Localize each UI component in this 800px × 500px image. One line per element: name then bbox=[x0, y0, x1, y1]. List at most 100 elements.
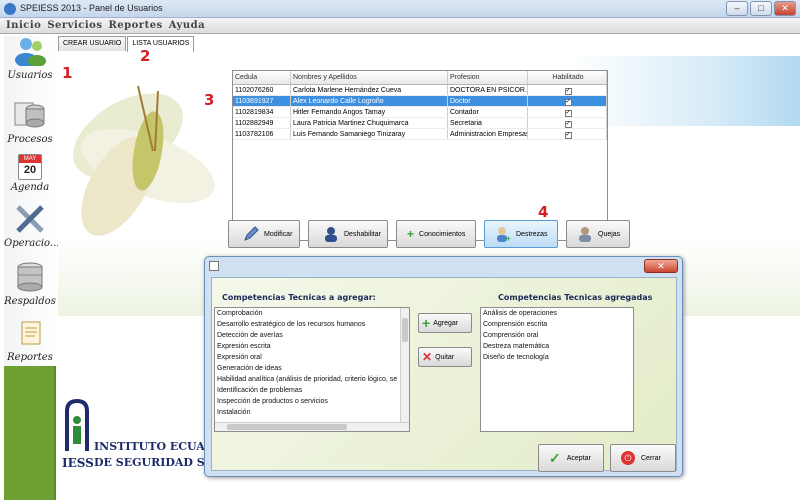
list-item[interactable]: Expresión escrita bbox=[215, 341, 409, 352]
list-item[interactable]: Habilidad analítica (análisis de priorid… bbox=[215, 374, 409, 385]
tab-lista-usuarios[interactable]: LISTA USUARIOS bbox=[127, 36, 195, 52]
column-header-cedula[interactable]: Cedula bbox=[233, 71, 291, 84]
annotation-3: 3 bbox=[204, 91, 215, 109]
table-row-selected[interactable]: 1103691927 Alex Leonardo Calle Logroño D… bbox=[233, 96, 607, 107]
scrollbar-thumb[interactable] bbox=[227, 424, 347, 430]
deshabilitar-button[interactable]: Deshabilitar bbox=[308, 220, 388, 248]
list-item[interactable]: Diseño de tecnología bbox=[481, 352, 633, 363]
modificar-button[interactable]: Modificar bbox=[228, 220, 300, 248]
user-complaint-icon bbox=[579, 227, 591, 242]
list-item[interactable]: Comprensión oral bbox=[481, 330, 633, 341]
table-row[interactable]: 1102819834 Hitler Fernando Angos Tamay C… bbox=[233, 107, 607, 118]
calendar-month: MAY bbox=[19, 155, 41, 163]
list-item[interactable]: Identificación de problemas bbox=[215, 385, 409, 396]
list-item[interactable]: Comprobación bbox=[215, 308, 409, 319]
sidebar-item-reportes[interactable]: Reportes bbox=[4, 318, 56, 363]
vertical-scrollbar[interactable] bbox=[400, 308, 409, 431]
list-item[interactable]: Expresión oral bbox=[215, 352, 409, 363]
sidebar-item-procesos[interactable]: Procesos bbox=[4, 100, 56, 145]
calendar-day: 20 bbox=[23, 164, 37, 176]
window-controls: – □ ✕ bbox=[726, 1, 796, 16]
list-item[interactable]: Inspección de productos o servicios bbox=[215, 396, 409, 407]
column-header-habilitado[interactable]: Habilitado bbox=[528, 71, 607, 84]
column-header-nombres[interactable]: Nombres y Apellidos bbox=[291, 71, 448, 84]
user-disable-icon bbox=[325, 227, 337, 242]
menu-servicios[interactable]: Servicios bbox=[47, 18, 102, 33]
sidebar-item-usuarios[interactable]: Usuarios bbox=[4, 36, 56, 81]
backup-icon bbox=[17, 262, 43, 292]
annotation-2: 2 bbox=[140, 47, 151, 65]
dialog-title-bar: ✕ bbox=[205, 257, 682, 275]
habilitado-checkbox[interactable]: ✓ bbox=[564, 121, 572, 128]
habilitado-checkbox[interactable]: ✓ bbox=[564, 132, 572, 139]
title-bar: SPEIESS 2013 - Panel de Usuarios – □ ✕ bbox=[0, 0, 800, 18]
available-competencies-list[interactable]: Comprobación Desarrollo estratégico de l… bbox=[214, 307, 410, 432]
sidebar-label: Usuarios bbox=[7, 70, 53, 81]
destrezas-label: Destrezas bbox=[516, 230, 548, 238]
list-item[interactable]: Comprensión escrita bbox=[481, 319, 633, 330]
logo-abbr: IESS bbox=[62, 456, 94, 470]
sidebar-label: Respaldos bbox=[4, 296, 56, 307]
minimize-button[interactable]: – bbox=[726, 1, 748, 16]
aceptar-button[interactable]: ✓ Aceptar bbox=[538, 444, 604, 472]
cell-cedula: 1102076260 bbox=[233, 85, 291, 95]
table-row[interactable]: 1102076260 Carlota Marlene Hernández Cue… bbox=[233, 85, 607, 96]
menu-reportes[interactable]: Reportes bbox=[108, 18, 162, 33]
cell-cedula: 1103782106 bbox=[233, 129, 291, 139]
sidebar-label: Agenda bbox=[10, 182, 50, 193]
destrezas-dialog: ✕ Competencias Tecnicas a agregar: Compe… bbox=[204, 256, 683, 477]
list-item[interactable]: Detección de averías bbox=[215, 330, 409, 341]
agregar-button[interactable]: + Agregar bbox=[418, 313, 472, 333]
users-table: Cedula Nombres y Apellidos Profesion Hab… bbox=[232, 70, 608, 241]
cell-profesion: Secretaria bbox=[448, 118, 528, 128]
habilitado-checkbox[interactable]: ✓ bbox=[564, 88, 572, 95]
list-item[interactable]: Generación de ideas bbox=[215, 363, 409, 374]
menu-inicio[interactable]: Inicio bbox=[6, 18, 41, 33]
dialog-close-button[interactable]: ✕ bbox=[644, 259, 678, 273]
habilitado-checkbox[interactable]: ✓ bbox=[564, 110, 572, 117]
app-icon bbox=[4, 3, 16, 15]
tools-icon bbox=[16, 205, 44, 233]
tab-crear-usuario[interactable]: CREAR USUARIO bbox=[58, 36, 127, 51]
dialog-body: Competencias Tecnicas a agregar: Compete… bbox=[211, 277, 677, 472]
cell-habilitado: ✓ bbox=[528, 85, 607, 95]
quejas-button[interactable]: Quejas bbox=[566, 220, 630, 248]
cell-habilitado: ✓ bbox=[528, 96, 607, 106]
users-icon bbox=[15, 38, 46, 67]
sidebar-item-respaldos[interactable]: Respaldos bbox=[4, 262, 56, 307]
cell-profesion: Doctor bbox=[448, 96, 528, 106]
maximize-button[interactable]: □ bbox=[750, 1, 772, 16]
horizontal-scrollbar[interactable] bbox=[215, 422, 409, 431]
sidebar-item-operaciones[interactable]: Operacio... bbox=[4, 204, 59, 249]
annotation-4: 4 bbox=[538, 203, 549, 221]
table-row[interactable]: 1102882949 Laura Patricia Martinez Chuqu… bbox=[233, 118, 607, 129]
sidebar-label: Procesos bbox=[7, 134, 53, 145]
menu-ayuda[interactable]: Ayuda bbox=[169, 18, 205, 33]
sidebar-panel bbox=[4, 36, 56, 366]
tab-bar: CREAR USUARIO LISTA USUARIOS bbox=[58, 36, 195, 52]
close-button[interactable]: ✕ bbox=[774, 1, 796, 16]
cell-profesion: Administracion Empresas bbox=[450, 129, 528, 139]
conocimientos-button[interactable]: + Conocimientos bbox=[396, 220, 476, 248]
list-item[interactable]: Desarrollo estratégico de los recursos h… bbox=[215, 319, 409, 330]
power-icon: ⏻ bbox=[621, 451, 635, 465]
destrezas-button[interactable]: + Destrezas bbox=[484, 220, 558, 248]
list-item[interactable]: Análisis de operaciones bbox=[481, 308, 633, 319]
column-header-profesion[interactable]: Profesion bbox=[448, 71, 528, 84]
added-competencies-list[interactable]: Análisis de operaciones Comprensión escr… bbox=[480, 307, 634, 432]
cell-habilitado: ✓ bbox=[528, 129, 607, 139]
list-item[interactable]: Instalación bbox=[215, 407, 409, 418]
modificar-label: Modificar bbox=[264, 230, 293, 238]
sidebar-item-agenda[interactable]: MAY 20 Agenda bbox=[4, 154, 56, 193]
quejas-label: Quejas bbox=[598, 230, 621, 238]
remove-icon: ✕ bbox=[422, 350, 433, 364]
cell-nombre: Laura Patricia Martinez Chuquimarca bbox=[291, 118, 448, 128]
habilitado-checkbox[interactable]: ✓ bbox=[564, 99, 572, 106]
cerrar-button[interactable]: ⏻ Cerrar bbox=[610, 444, 676, 472]
list-item[interactable]: Destreza matemática bbox=[481, 341, 633, 352]
quitar-button[interactable]: ✕ Quitar bbox=[418, 347, 472, 367]
database-icon bbox=[14, 102, 45, 128]
scrollbar-thumb[interactable] bbox=[402, 318, 408, 342]
cell-habilitado: ✓ bbox=[528, 107, 607, 117]
table-row[interactable]: 1103782106 Luis Fernando Samaniego Tiniz… bbox=[233, 129, 607, 140]
